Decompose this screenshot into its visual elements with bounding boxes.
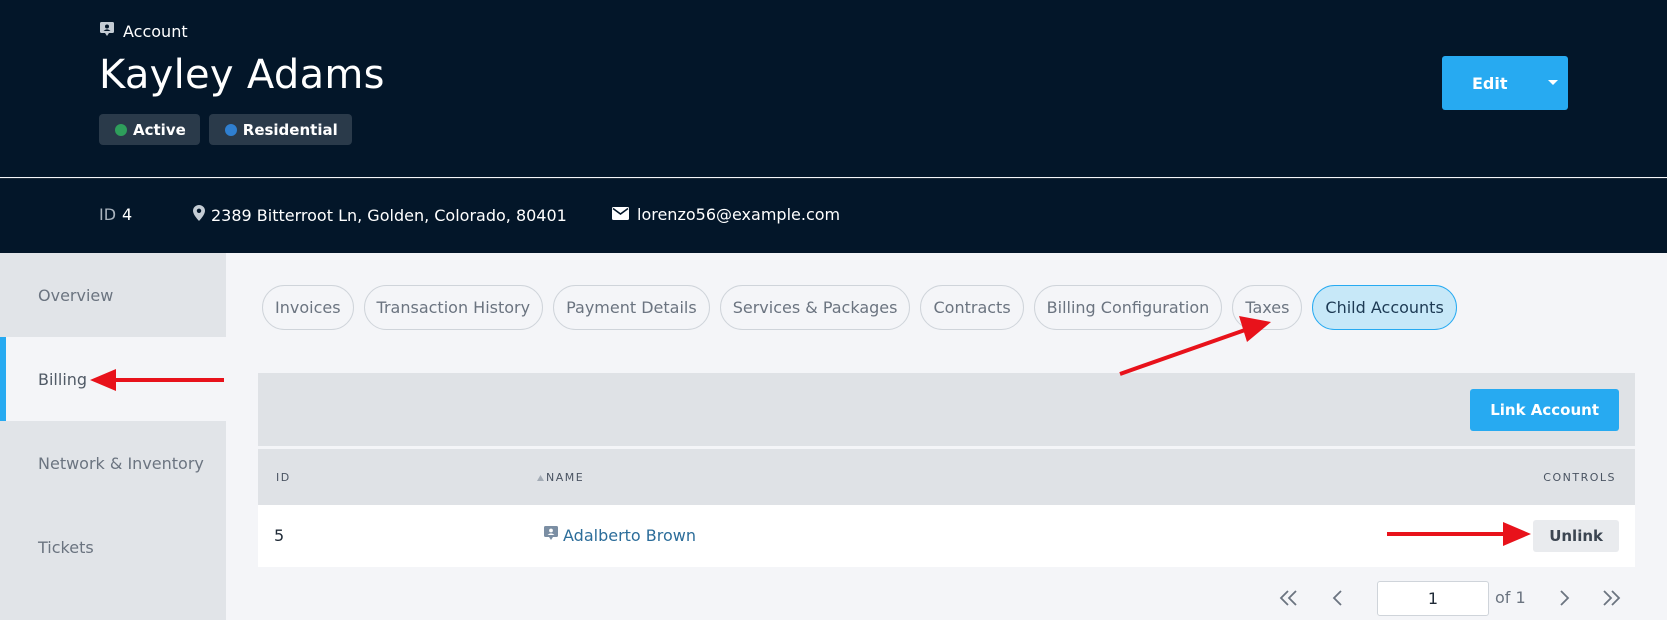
breadcrumb-label[interactable]: Account [123,22,188,41]
account-email: lorenzo56@example.com [612,205,840,224]
next-page-icon[interactable] [1552,586,1576,610]
page-count: of 1 [1495,588,1526,607]
residential-dot-icon [224,123,237,136]
page-title: Kayley Adams [99,52,385,98]
tab-services-packages[interactable]: Services & Packages [719,285,911,330]
column-header-controls: CONTROLS [1543,471,1616,484]
edit-button[interactable]: Edit [1442,56,1568,110]
table-header: ID NAME CONTROLS [258,449,1635,505]
address-text[interactable]: 2389 Bitterroot Ln, Golden, Colorado, 80… [211,206,567,225]
cell-id: 5 [274,526,285,545]
sidebar-item-billing[interactable]: Billing [0,337,226,421]
link-account-button[interactable]: Link Account [1470,389,1619,431]
account-info-bar: ID 4 2389 Bitterroot Ln, Golden, Colorado… [0,178,1667,253]
active-dot-icon [115,123,127,136]
child-account-link[interactable]: Adalberto Brown [563,526,696,545]
id-label: ID [99,205,117,224]
first-page-icon[interactable] [1277,586,1301,610]
column-header-name-label[interactable]: NAME [546,471,584,484]
sidebar-item-overview[interactable]: Overview [0,253,226,337]
column-header-id[interactable]: ID [276,471,291,484]
account-address: 2389 Bitterroot Ln, Golden, Colorado, 80… [193,205,567,225]
sort-ascending-icon [537,471,544,484]
sidebar-item-network-inventory[interactable]: Network & Inventory [0,421,226,505]
type-badge-residential: Residential [208,114,352,145]
tab-billing-configuration[interactable]: Billing Configuration [1033,285,1223,330]
breadcrumb: Account [99,21,188,41]
cell-name[interactable]: Adalberto Brown [544,526,696,545]
edit-label[interactable]: Edit [1442,74,1537,93]
account-id: ID 4 [99,205,132,224]
id-value: 4 [122,205,133,224]
billing-tabs: Invoices Transaction History Payment Det… [262,285,1457,330]
badge-label: Residential [242,120,338,139]
account-sidebar: Overview Billing Network & Inventory Tic… [0,253,226,620]
table-row: 5 Adalberto Brown Unlink [258,505,1635,567]
account-card-icon [544,526,558,545]
badge-label: Active [133,120,186,139]
column-header-name[interactable]: NAME [537,471,584,484]
envelope-icon [612,205,629,224]
tab-payment-details[interactable]: Payment Details [553,285,710,330]
page-number-input[interactable]: 1 [1377,581,1489,616]
tab-taxes[interactable]: Taxes [1232,285,1303,330]
account-header: Account Kayley Adams Active Residential … [0,0,1667,177]
last-page-icon[interactable] [1599,586,1623,610]
status-badges: Active Residential [99,114,352,145]
previous-page-icon[interactable] [1326,586,1350,610]
tab-contracts[interactable]: Contracts [920,285,1024,330]
unlink-button[interactable]: Unlink [1533,520,1619,552]
tab-invoices[interactable]: Invoices [262,285,354,330]
location-pin-icon [193,205,205,225]
account-card-icon [99,21,115,41]
table-toolbar: Link Account [258,373,1635,446]
sidebar-item-tickets[interactable]: Tickets [0,505,226,589]
email-text[interactable]: lorenzo56@example.com [637,205,840,224]
tab-transaction-history[interactable]: Transaction History [363,285,544,330]
caret-down-icon[interactable] [1537,79,1568,87]
status-badge-active: Active [99,114,200,145]
tab-child-accounts[interactable]: Child Accounts [1312,285,1457,330]
